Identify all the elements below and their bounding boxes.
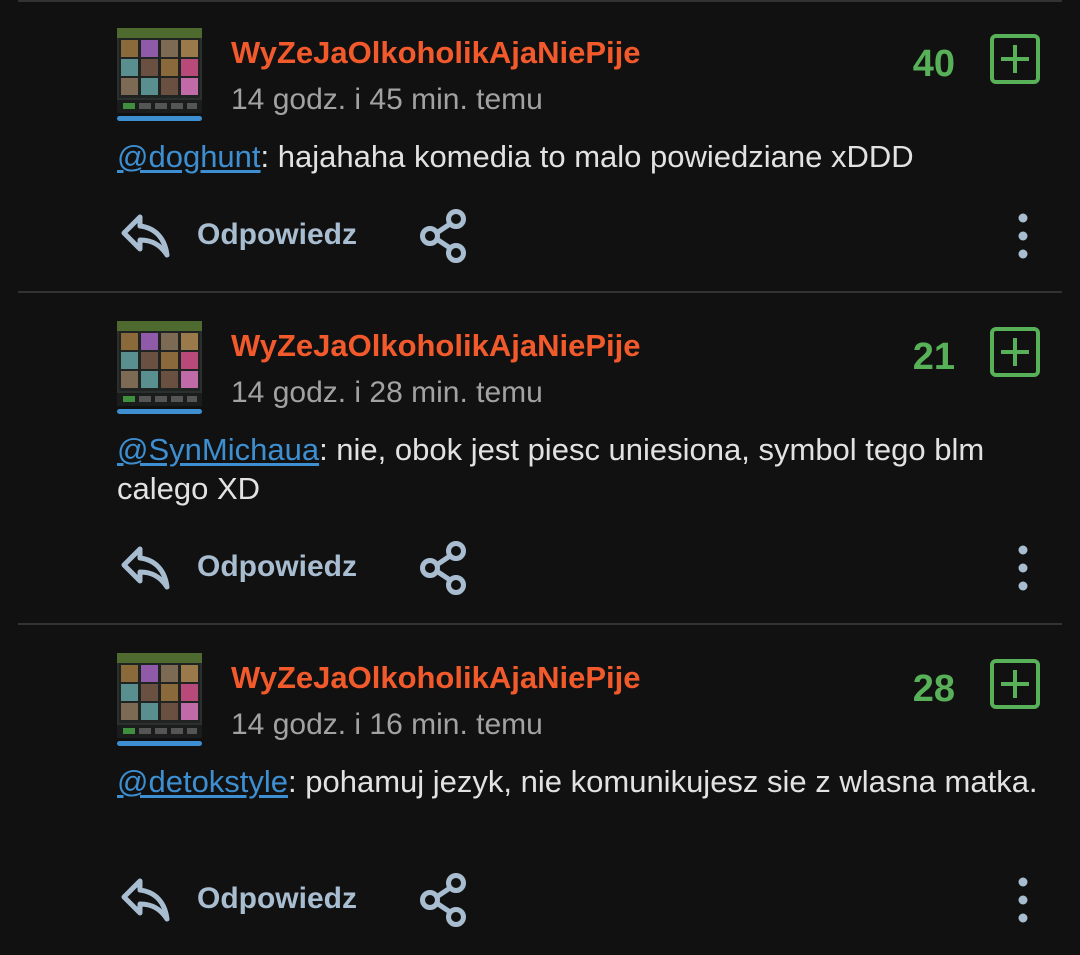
mention-link[interactable]: @SynMichaua (117, 432, 319, 467)
timestamp: 14 godz. i 28 min. temu (231, 376, 543, 409)
user-avatar[interactable] (117, 28, 202, 113)
comment-item: WyZeJaOlkoholikAjaNiePije 14 godz. i 28 … (0, 293, 1080, 625)
comment-item: WyZeJaOlkoholikAjaNiePije 14 godz. i 45 … (0, 0, 1080, 330)
reply-button[interactable]: Odpowiedz (197, 550, 357, 584)
slot-machine-avatar-icon (117, 653, 202, 738)
mention-link[interactable]: @doghunt (117, 139, 261, 174)
share-icon[interactable] (418, 872, 470, 928)
upvote-button[interactable] (990, 659, 1040, 709)
user-avatar[interactable] (117, 653, 202, 738)
user-avatar[interactable] (117, 321, 202, 406)
timestamp: 14 godz. i 45 min. temu (231, 83, 543, 116)
comment-text: : hajahaha komedia to malo powiedziane x… (260, 139, 914, 174)
more-vertical-icon[interactable] (1008, 544, 1038, 592)
vote-count: 40 (912, 43, 955, 85)
reply-arrow-icon[interactable] (120, 211, 172, 261)
plus-icon (1001, 670, 1029, 698)
avatar-underline (117, 409, 202, 414)
slot-machine-avatar-icon (117, 28, 202, 113)
reply-button[interactable]: Odpowiedz (197, 882, 357, 916)
upvote-button[interactable] (990, 34, 1040, 84)
comment-text: : pohamuj jezyk, nie komunikujesz sie z … (288, 764, 1038, 799)
plus-icon (1001, 338, 1029, 366)
mention-link[interactable]: @detokstyle (117, 764, 288, 799)
reply-arrow-icon[interactable] (120, 543, 172, 593)
comment-body: @doghunt: hajahaha komedia to malo powie… (117, 137, 1047, 176)
share-icon[interactable] (418, 540, 470, 596)
vote-count: 21 (912, 336, 955, 378)
comment-body: @SynMichaua: nie, obok jest piesc uniesi… (117, 430, 1047, 508)
slot-machine-avatar-icon (117, 321, 202, 406)
comment-body: @detokstyle: pohamuj jezyk, nie komuniku… (117, 762, 1047, 801)
username[interactable]: WyZeJaOlkoholikAjaNiePije (231, 35, 640, 71)
avatar-underline (117, 741, 202, 746)
upvote-button[interactable] (990, 327, 1040, 377)
comment-item: WyZeJaOlkoholikAjaNiePije 14 godz. i 16 … (0, 625, 1080, 955)
more-vertical-icon[interactable] (1008, 876, 1038, 924)
reply-arrow-icon[interactable] (120, 875, 172, 925)
username[interactable]: WyZeJaOlkoholikAjaNiePije (231, 328, 640, 364)
username[interactable]: WyZeJaOlkoholikAjaNiePije (231, 660, 640, 696)
avatar-underline (117, 116, 202, 121)
share-icon[interactable] (418, 208, 470, 264)
vote-count: 28 (912, 668, 955, 710)
timestamp: 14 godz. i 16 min. temu (231, 708, 543, 741)
more-vertical-icon[interactable] (1008, 212, 1038, 260)
plus-icon (1001, 45, 1029, 73)
reply-button[interactable]: Odpowiedz (197, 218, 357, 252)
